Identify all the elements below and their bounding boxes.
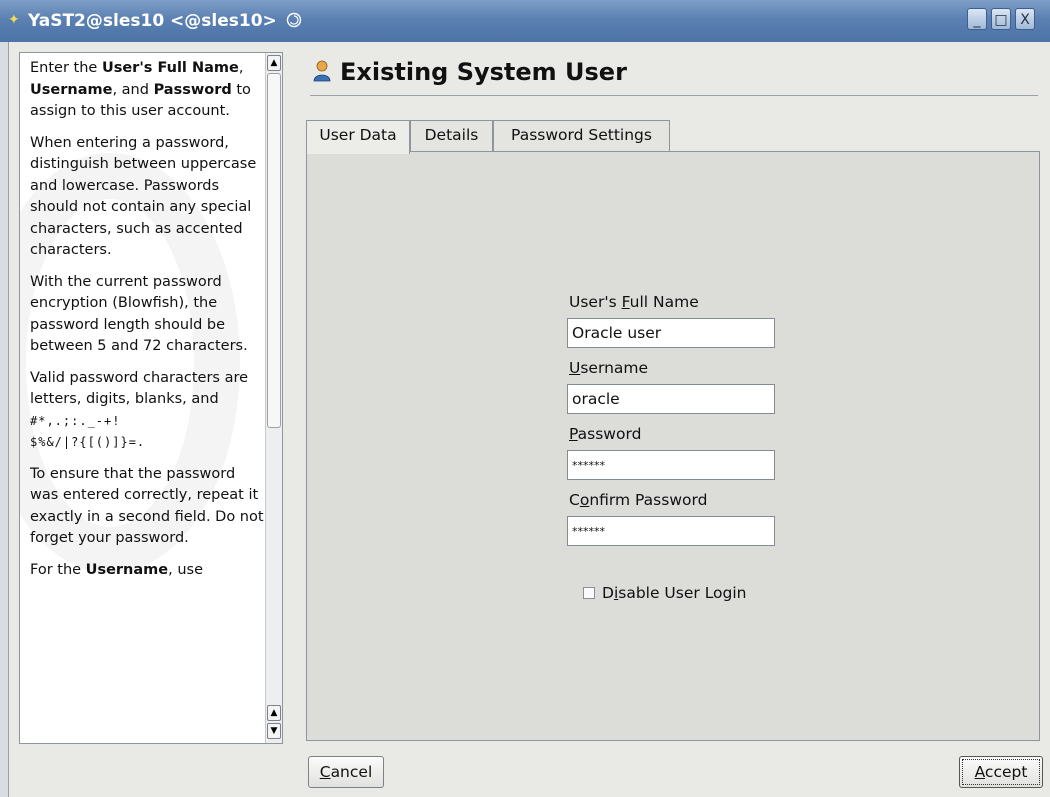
help-paragraph-6: For the Username, use: [30, 560, 268, 582]
password-field[interactable]: [567, 450, 775, 480]
label-text: sable User Login: [618, 584, 747, 602]
tab-password-settings[interactable]: Password Settings: [493, 120, 670, 152]
label-mnemonic: P: [569, 425, 578, 443]
button-mnemonic: C: [319, 763, 331, 781]
scrollbar-thumb[interactable]: [267, 73, 281, 428]
maximize-icon: □: [994, 12, 1008, 28]
disable-user-login-label[interactable]: Disable User Login: [602, 584, 747, 602]
help-bold-username: Username: [85, 561, 169, 578]
help-text-run: , use: [168, 561, 204, 578]
label-text: User's: [569, 293, 622, 311]
scroll-up-icon[interactable]: ▲: [267, 55, 281, 71]
accept-button[interactable]: Accept: [959, 756, 1043, 788]
help-paragraph-1: Enter the User's Full Name, Username, an…: [30, 58, 268, 123]
help-bold-password: Password: [153, 81, 232, 98]
help-scrollbar[interactable]: ▲ ▲ ▼: [265, 53, 282, 743]
page-title: Existing System User: [312, 58, 627, 86]
disable-user-login-checkbox[interactable]: [583, 587, 595, 599]
help-paragraph-2: When entering a password, distinguish be…: [30, 134, 257, 259]
password-label: Password: [569, 425, 641, 443]
cancel-button[interactable]: Cancel: [308, 756, 384, 788]
window-titlebar[interactable]: ✦ YaST2@sles10 <@sles10> _ □ X: [0, 0, 1050, 42]
close-icon: X: [1020, 12, 1030, 28]
help-text-run: , and: [112, 81, 154, 98]
maximize-button[interactable]: □: [991, 8, 1011, 30]
help-valid-chars: #*,.;:._-+!: [30, 413, 121, 428]
scroll-up-icon[interactable]: ▲: [267, 705, 281, 721]
confirm-password-field[interactable]: [567, 516, 775, 546]
label-mnemonic: F: [621, 293, 630, 311]
help-text-run: ,: [238, 60, 244, 76]
title-divider: [310, 95, 1038, 96]
username-label: Username: [569, 359, 648, 377]
full-name-label: User's Full Name: [569, 293, 699, 311]
pin-icon: ✦: [8, 12, 20, 28]
tab-content-panel: [306, 151, 1040, 741]
button-label: ccept: [984, 763, 1028, 781]
label-mnemonic: U: [569, 359, 581, 377]
swirl-icon: [286, 12, 302, 28]
help-valid-chars: $%&/|?{[()]}=.: [30, 435, 146, 449]
tab-user-data[interactable]: User Data: [306, 120, 410, 154]
tab-details[interactable]: Details: [410, 120, 493, 152]
help-panel[interactable]: Enter the User's Full Name, Username, an…: [19, 52, 283, 744]
label-text: D: [602, 584, 614, 602]
minimize-button[interactable]: _: [967, 8, 987, 30]
close-button[interactable]: X: [1015, 8, 1035, 30]
button-label: ancel: [330, 763, 373, 781]
page-title-text: Existing System User: [340, 58, 627, 86]
help-paragraph-5: To ensure that the password was entered …: [30, 465, 264, 547]
confirm-password-label: Confirm Password: [569, 491, 707, 509]
help-paragraph-4: Valid password characters are letters, d…: [30, 368, 268, 454]
help-paragraph-3: With the current password encryption (Bl…: [30, 273, 248, 355]
button-mnemonic: A: [974, 763, 985, 781]
scroll-down-icon[interactable]: ▼: [267, 723, 281, 739]
minimize-icon: _: [973, 12, 981, 28]
username-field[interactable]: [567, 384, 775, 414]
help-text-run: For the: [30, 561, 86, 578]
label-text: nfirm Password: [589, 491, 708, 509]
label-text: C: [569, 491, 580, 509]
label-text: assword: [577, 425, 642, 443]
full-name-field[interactable]: [567, 318, 775, 348]
help-bold-fullname: User's Full Name: [101, 60, 239, 76]
scroll-down-group: ▲ ▼: [267, 705, 281, 741]
window-title: YaST2@sles10 <@sles10>: [28, 11, 277, 31]
help-bold-username: Username: [30, 81, 113, 98]
help-text-run: Enter the: [30, 60, 102, 76]
help-text-run: Valid password characters are letters, d…: [30, 369, 249, 408]
label-mnemonic: o: [579, 491, 590, 509]
user-icon: [313, 60, 331, 82]
label-text: sername: [580, 359, 649, 377]
help-text: Enter the User's Full Name, Username, an…: [30, 58, 268, 591]
label-text: ull Name: [629, 293, 699, 311]
